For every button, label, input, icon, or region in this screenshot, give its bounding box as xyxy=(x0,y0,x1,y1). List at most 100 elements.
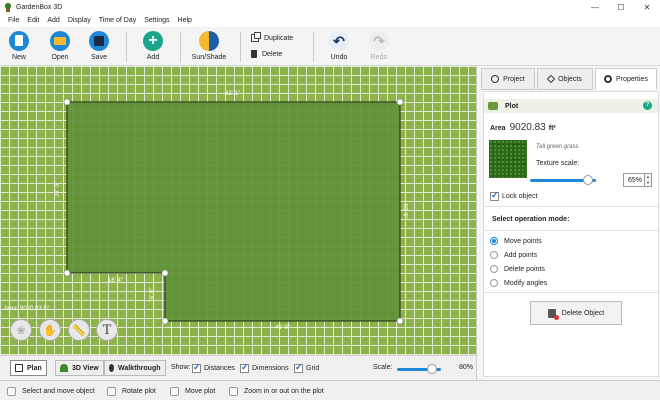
delete-button[interactable]: Delete xyxy=(251,50,282,58)
toolbar-divider xyxy=(313,32,314,62)
undo-button[interactable]: Undo xyxy=(321,31,357,61)
mouse-middle-icon xyxy=(170,387,179,396)
toolbar-divider xyxy=(240,32,241,62)
menu-help[interactable]: Help xyxy=(174,17,196,24)
help-icon[interactable]: ? xyxy=(643,101,652,110)
scale-label: Scale: xyxy=(373,364,393,371)
menu-settings[interactable]: Settings xyxy=(140,17,173,24)
radio-move-points[interactable] xyxy=(490,237,498,245)
lock-object-checkbox[interactable] xyxy=(490,190,499,201)
tab-walkthrough[interactable]: Walkthrough xyxy=(104,360,166,376)
undo-icon xyxy=(329,31,349,51)
maximize-button[interactable]: ☐ xyxy=(608,0,634,14)
redo-button[interactable]: Redo xyxy=(361,31,397,61)
sun-shade-label: Sun/Shade xyxy=(191,54,227,61)
folder-icon xyxy=(50,31,70,51)
radio-delete-points[interactable] xyxy=(490,265,498,273)
text-icon[interactable]: T xyxy=(96,319,118,341)
plot-vertex[interactable] xyxy=(161,269,169,277)
dimension-bottom: 46' 9" xyxy=(275,325,290,331)
plot-vertex[interactable] xyxy=(63,98,71,106)
status-hint-select-text: Select and move object xyxy=(22,388,95,395)
objects-icon xyxy=(546,74,556,84)
status-hint-zoom: Zoom in or out on the plot xyxy=(229,387,324,396)
tab-plan[interactable]: Plan xyxy=(10,360,47,376)
delete-object-icon xyxy=(547,308,559,320)
walking-person-icon xyxy=(109,364,114,372)
plot-vertex[interactable] xyxy=(161,317,169,325)
grid-checkbox[interactable] xyxy=(294,362,303,373)
minimize-button[interactable]: — xyxy=(582,0,608,14)
plot-vertex[interactable] xyxy=(63,269,71,277)
radio-modify-angles[interactable] xyxy=(490,279,498,287)
plan-canvas[interactable]: 63' 1" 37' 5" 63' 5" 16' 4" 16' 6" 46' 9… xyxy=(0,66,476,355)
open-label: Open xyxy=(51,54,69,61)
tab-objects[interactable]: Objects xyxy=(537,68,593,90)
mode-add-points-label: Add points xyxy=(504,251,538,259)
project-icon xyxy=(491,75,500,83)
divider xyxy=(484,206,658,207)
duplicate-button[interactable]: Duplicate xyxy=(251,32,294,42)
mode-move-points[interactable]: Move points xyxy=(490,237,542,245)
tab-3d-view[interactable]: 3D View xyxy=(55,360,104,376)
shrubs-icon[interactable]: ❀ xyxy=(10,319,32,341)
tab-3d-label: 3D View xyxy=(72,364,99,372)
distances-label: Distances xyxy=(204,365,235,372)
mode-add-points[interactable]: Add points xyxy=(490,251,537,259)
divider xyxy=(484,230,658,231)
status-hint-select: Select and move object xyxy=(7,387,95,396)
texture-scale-handle[interactable] xyxy=(583,175,593,185)
plot-vertex[interactable] xyxy=(396,317,404,325)
mode-delete-points[interactable]: Delete points xyxy=(490,265,545,273)
delete-object-button[interactable]: Delete Object xyxy=(530,301,622,325)
lock-object-toggle[interactable]: Lock object xyxy=(490,190,538,201)
open-button[interactable]: Open xyxy=(42,31,78,61)
dimensions-checkbox[interactable] xyxy=(240,362,249,373)
delete-label: Delete xyxy=(262,50,283,58)
scale-slider-handle[interactable] xyxy=(427,364,437,374)
divider xyxy=(484,292,658,293)
tab-properties-label: Properties xyxy=(616,75,648,83)
distances-toggle[interactable]: Distances xyxy=(192,362,235,373)
grid-toggle[interactable]: Grid xyxy=(294,362,319,373)
toolbar-divider xyxy=(126,32,127,62)
sun-shade-button[interactable]: Sun/Shade xyxy=(188,31,230,61)
mode-modify-angles[interactable]: Modify angles xyxy=(490,279,547,287)
texture-swatch[interactable] xyxy=(489,140,527,178)
texture-scale-input[interactable]: 65% xyxy=(623,173,645,187)
new-button[interactable]: New xyxy=(1,31,37,61)
save-label: Save xyxy=(91,54,107,61)
menu-display[interactable]: Display xyxy=(64,17,95,24)
side-panel: Project Objects Properties Plot ? Area 9… xyxy=(476,66,660,380)
ruler-icon[interactable]: 📏 xyxy=(68,319,90,341)
trash-icon xyxy=(251,50,257,58)
tab-plan-label: Plan xyxy=(27,364,42,372)
mode-delete-points-label: Delete points xyxy=(504,265,545,273)
save-button[interactable]: Save xyxy=(81,31,117,61)
close-button[interactable]: ✕ xyxy=(634,0,660,14)
dimension-inner-vertical: 16' 6" xyxy=(149,287,156,303)
dimensions-toggle[interactable]: Dimensions xyxy=(240,362,289,373)
mode-title: Select operation mode: xyxy=(492,216,570,223)
status-bar: Select and move object Rotate plot Move … xyxy=(0,380,660,400)
menu-edit[interactable]: Edit xyxy=(23,17,43,24)
tab-properties[interactable]: Properties xyxy=(595,68,657,90)
hand-icon[interactable]: ✋ xyxy=(39,319,61,341)
duplicate-label: Duplicate xyxy=(264,34,294,42)
add-button[interactable]: + Add xyxy=(135,31,171,61)
menu-time-of-day[interactable]: Time of Day xyxy=(95,17,140,24)
plus-icon: + xyxy=(143,31,163,51)
tab-objects-label: Objects xyxy=(558,75,582,83)
menu-file[interactable]: File xyxy=(4,17,23,24)
lock-object-label: Lock object xyxy=(502,193,538,200)
plot-vertex[interactable] xyxy=(396,98,404,106)
scale-value: 80% xyxy=(459,364,474,371)
texture-scale-spinner[interactable]: ▲ ▼ xyxy=(645,173,652,187)
radio-add-points[interactable] xyxy=(490,251,498,259)
tab-project[interactable]: Project xyxy=(481,68,535,90)
plot-shape[interactable] xyxy=(66,101,401,322)
distances-checkbox[interactable] xyxy=(192,362,201,373)
menu-add[interactable]: Add xyxy=(43,17,63,24)
texture-name: Tall green grass xyxy=(536,144,579,150)
new-file-icon xyxy=(9,31,29,51)
